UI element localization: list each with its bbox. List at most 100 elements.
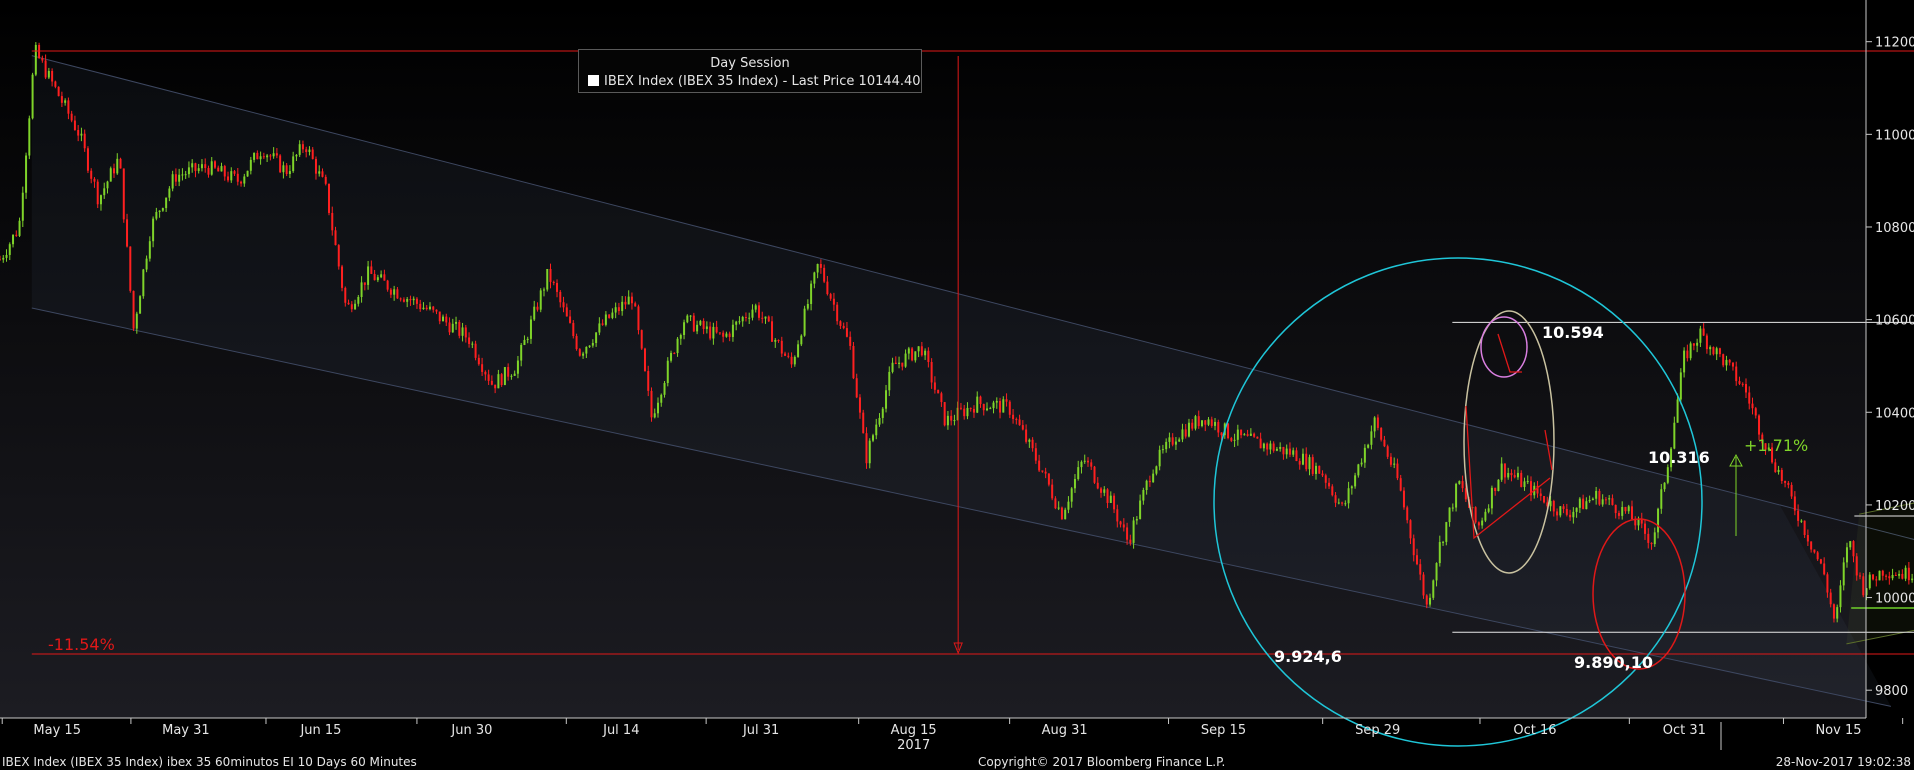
candle-up — [1839, 585, 1842, 608]
candle-up — [868, 440, 871, 464]
candle-down — [1907, 567, 1910, 581]
candle-up — [360, 282, 363, 297]
candle-down — [647, 371, 650, 391]
candle-up — [725, 333, 728, 337]
candle-up — [266, 155, 269, 158]
candle-down — [1210, 419, 1213, 426]
candle-up — [1777, 469, 1780, 473]
candle-up — [1178, 439, 1181, 442]
candle-up — [513, 373, 516, 376]
candle-down — [1461, 481, 1464, 489]
candle-up — [885, 390, 888, 409]
candle-down — [640, 330, 643, 349]
candle-up — [298, 144, 301, 155]
candle-up — [380, 274, 383, 278]
candle-down — [718, 332, 721, 334]
candle-up — [28, 118, 31, 156]
candle-down — [328, 183, 331, 213]
candle-up — [1279, 446, 1282, 449]
candle-down — [70, 113, 73, 121]
candle-up — [1214, 421, 1217, 426]
candle-up — [813, 272, 816, 284]
candle-down — [1741, 383, 1744, 385]
footer-timestamp: 28-Nov-2017 19:02:38 — [1775, 755, 1911, 769]
candle-down — [314, 158, 317, 174]
candle-down — [1754, 408, 1757, 416]
candle-down — [448, 322, 451, 333]
candle-up — [1236, 429, 1239, 440]
candle-down — [129, 246, 132, 291]
candle-up — [1578, 498, 1581, 508]
candle-down — [54, 81, 57, 87]
candle-down — [790, 356, 793, 365]
candle-up — [1350, 486, 1353, 489]
candle-up — [1526, 481, 1529, 483]
candle-up — [1904, 567, 1907, 579]
candle-down — [1644, 523, 1647, 534]
candle-up — [200, 164, 203, 169]
candle-down — [643, 348, 646, 372]
x-tick-label: May 31 — [162, 723, 210, 738]
candle-down — [1184, 429, 1187, 437]
candle-down — [119, 158, 122, 169]
candle-up — [31, 74, 34, 119]
candle-up — [604, 314, 607, 325]
candle-up — [1152, 473, 1155, 483]
candle-down — [301, 144, 304, 150]
candle-up — [699, 320, 702, 325]
candle-up — [1308, 457, 1311, 470]
candle-down — [1415, 555, 1418, 565]
candle-down — [852, 345, 855, 379]
candle-down — [1611, 498, 1614, 505]
candle-down — [650, 390, 653, 418]
candle-up — [1673, 422, 1676, 449]
candle-down — [344, 287, 347, 303]
candle-down — [565, 307, 568, 317]
candle-up — [1337, 502, 1340, 504]
candle-up — [1683, 350, 1686, 373]
candle-up — [751, 309, 754, 318]
candle-down — [1025, 429, 1028, 442]
candle-down — [1044, 471, 1047, 474]
candle-up — [1516, 472, 1519, 478]
candle-down — [1012, 414, 1015, 420]
candle-down — [950, 415, 953, 421]
candle-up — [1360, 462, 1363, 465]
candle-up — [442, 316, 445, 322]
candle-up — [354, 303, 357, 310]
candle-up — [676, 338, 679, 354]
year-label: 2017 — [897, 738, 930, 753]
candle-up — [1442, 541, 1445, 543]
candle-up — [1660, 489, 1663, 509]
candle-down — [1630, 506, 1633, 520]
candle-up — [689, 315, 692, 317]
candle-down — [1305, 453, 1308, 470]
y-tick-label: 9800 — [1875, 684, 1908, 699]
candle-down — [1813, 549, 1816, 553]
candle-up — [220, 166, 223, 172]
candle-down — [575, 335, 578, 350]
candle-up — [1715, 348, 1718, 355]
candle-up — [748, 317, 751, 319]
candle-up — [1585, 501, 1588, 510]
candle-up — [595, 332, 598, 343]
candle-down — [347, 302, 350, 305]
candle-up — [696, 324, 699, 332]
candle-down — [1702, 328, 1705, 336]
candle-up — [451, 323, 454, 333]
candle-up — [754, 305, 757, 310]
candle-down — [213, 161, 216, 168]
candle-down — [1119, 521, 1122, 525]
candle-down — [1562, 506, 1565, 509]
candle-down — [1712, 347, 1715, 355]
candle-down — [1018, 419, 1021, 426]
candle-down — [1197, 416, 1200, 427]
candle-up — [259, 156, 262, 160]
candle-up — [109, 168, 112, 182]
candle-down — [1888, 576, 1891, 579]
y-tick-label: 10000 — [1875, 592, 1914, 607]
candle-up — [1868, 574, 1871, 589]
candle-down — [341, 266, 344, 288]
candle-down — [1116, 509, 1119, 522]
candle-down — [1826, 574, 1829, 593]
